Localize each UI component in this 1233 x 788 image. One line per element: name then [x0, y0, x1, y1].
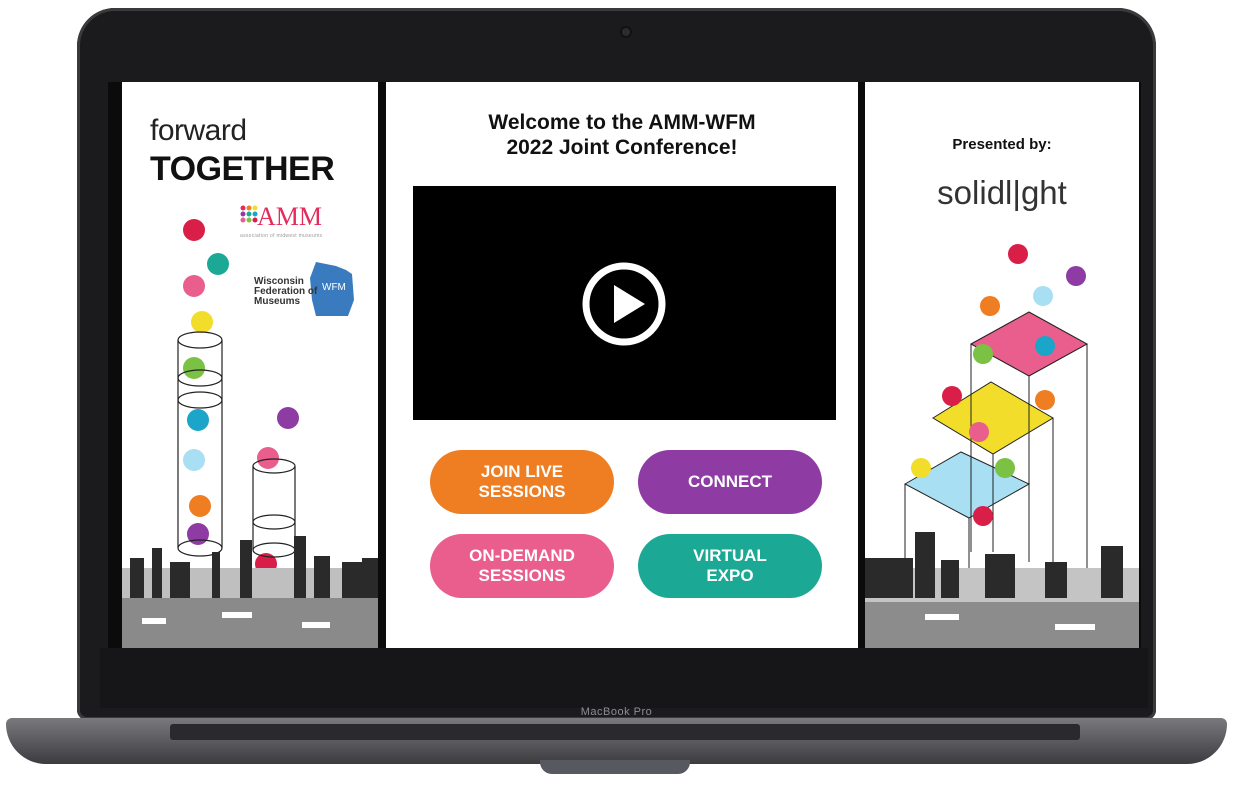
- button-label: VIRTUAL: [693, 546, 767, 565]
- welcome-line-2: 2022 Joint Conference!: [506, 136, 738, 159]
- button-label: SESSIONS: [478, 566, 566, 585]
- welcome-heading: Welcome to the AMM-WFM 2022 Joint Confer…: [386, 110, 858, 160]
- keyboard-edge: [170, 724, 1080, 740]
- bezel-bottom: [100, 648, 1148, 708]
- on-demand-sessions-button[interactable]: ON-DEMAND SESSIONS: [430, 534, 614, 598]
- button-label: CONNECT: [687, 472, 773, 491]
- virtual-expo-button[interactable]: VIRTUAL EXPO: [638, 534, 822, 598]
- button-label: EXPO: [706, 566, 754, 585]
- button-label: SESSIONS: [478, 482, 566, 501]
- screen: forward TOGETHER AMM association of midw…: [108, 82, 1141, 648]
- left-banner: forward TOGETHER AMM association of midw…: [122, 82, 378, 648]
- center-panel: Welcome to the AMM-WFM 2022 Joint Confer…: [386, 82, 858, 648]
- camera-icon: [622, 28, 630, 36]
- city-skyline-image: [122, 536, 378, 648]
- device-label: MacBook Pro: [580, 706, 653, 718]
- welcome-line-1: Welcome to the AMM-WFM: [488, 111, 756, 134]
- video-player[interactable]: [413, 186, 836, 420]
- button-label: ON-DEMAND: [469, 546, 575, 565]
- laptop-notch: [540, 760, 690, 774]
- play-icon[interactable]: [581, 261, 667, 347]
- right-banner: Presented by: solidl|ght: [865, 82, 1139, 648]
- connect-button[interactable]: CONNECT: [638, 450, 822, 514]
- button-label: JOIN LIVE: [480, 462, 564, 481]
- join-live-sessions-button[interactable]: JOIN LIVE SESSIONS: [430, 450, 614, 514]
- city-skyline-image: [865, 532, 1139, 648]
